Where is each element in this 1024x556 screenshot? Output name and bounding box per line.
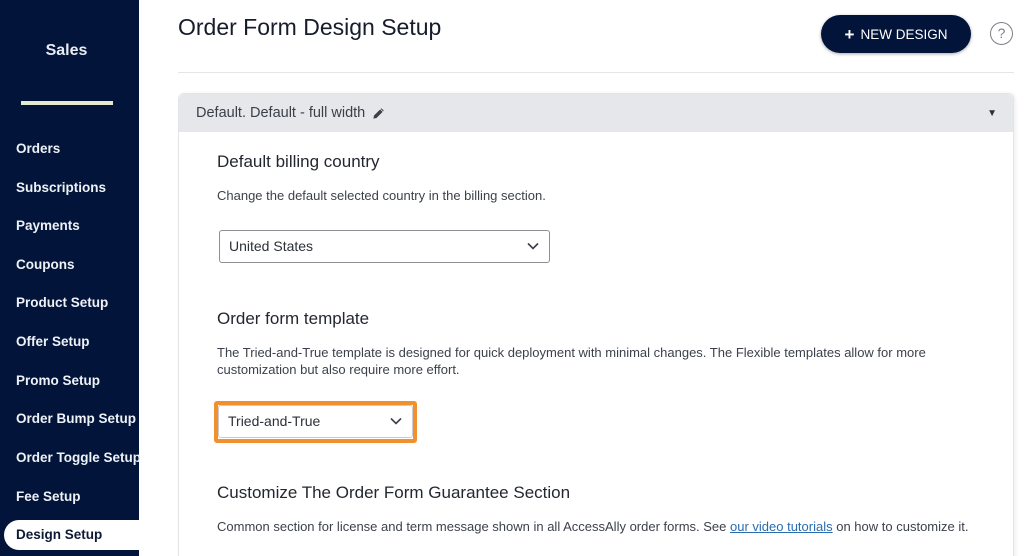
pencil-icon[interactable] [372, 107, 385, 120]
chevron-down-icon [390, 417, 402, 425]
panel-header[interactable]: Default. Default - full width ▼ [179, 94, 1013, 132]
sidebar-item-order-bump-setup[interactable]: Order Bump Setup [4, 404, 139, 434]
billing-country-description: Change the default selected country in t… [217, 188, 546, 203]
design-panel: Default. Default - full width ▼ Default … [178, 93, 1014, 556]
sidebar-item-design-setup[interactable]: Design Setup [4, 520, 139, 550]
guarantee-section-heading: Customize The Order Form Guarantee Secti… [217, 483, 571, 502]
sidebar-item-subscriptions[interactable]: Subscriptions [4, 173, 139, 203]
sidebar: Sales Orders Subscriptions Payments Coup… [0, 0, 141, 556]
billing-country-select[interactable]: United States [219, 230, 550, 263]
title-divider [178, 72, 1014, 73]
order-form-template-description: The Tried-and-True template is designed … [217, 345, 926, 377]
plus-icon: + [844, 24, 855, 44]
sidebar-item-coupons[interactable]: Coupons [4, 250, 139, 280]
video-tutorials-link[interactable]: our video tutorials [730, 519, 833, 534]
sidebar-item-promo-setup[interactable]: Promo Setup [4, 366, 139, 396]
design-name: Default. Default - full width [196, 105, 366, 121]
sidebar-item-fee-setup[interactable]: Fee Setup [4, 482, 139, 512]
sidebar-item-offer-setup[interactable]: Offer Setup [4, 327, 139, 357]
guarantee-description-after: on how to customize it. [832, 519, 969, 534]
sidebar-item-product-setup[interactable]: Product Setup [4, 288, 139, 318]
guarantee-section-description: Common section for license and term mess… [217, 518, 977, 535]
sidebar-title-underline [21, 101, 113, 105]
billing-country-heading: Default billing country [217, 152, 380, 171]
sidebar-item-payments[interactable]: Payments [4, 211, 139, 241]
new-design-button[interactable]: + NEW DESIGN [821, 15, 971, 53]
chevron-down-icon [527, 242, 539, 250]
billing-country-value: United States [229, 238, 314, 254]
order-form-template-heading: Order form template [217, 309, 370, 328]
collapse-caret-icon[interactable]: ▼ [987, 108, 997, 119]
sidebar-title: Sales [45, 42, 88, 59]
order-form-template-select[interactable]: Tried-and-True [218, 405, 413, 438]
page-title: Order Form Design Setup [178, 14, 442, 40]
help-icon[interactable]: ? [990, 22, 1013, 45]
sidebar-item-orders[interactable]: Orders [4, 134, 139, 164]
sidebar-item-order-toggle-setup[interactable]: Order Toggle Setup [4, 443, 141, 473]
order-form-template-value: Tried-and-True [228, 413, 321, 429]
new-design-label: NEW DESIGN [860, 26, 948, 42]
guarantee-description-before: Common section for license and term mess… [217, 519, 730, 534]
